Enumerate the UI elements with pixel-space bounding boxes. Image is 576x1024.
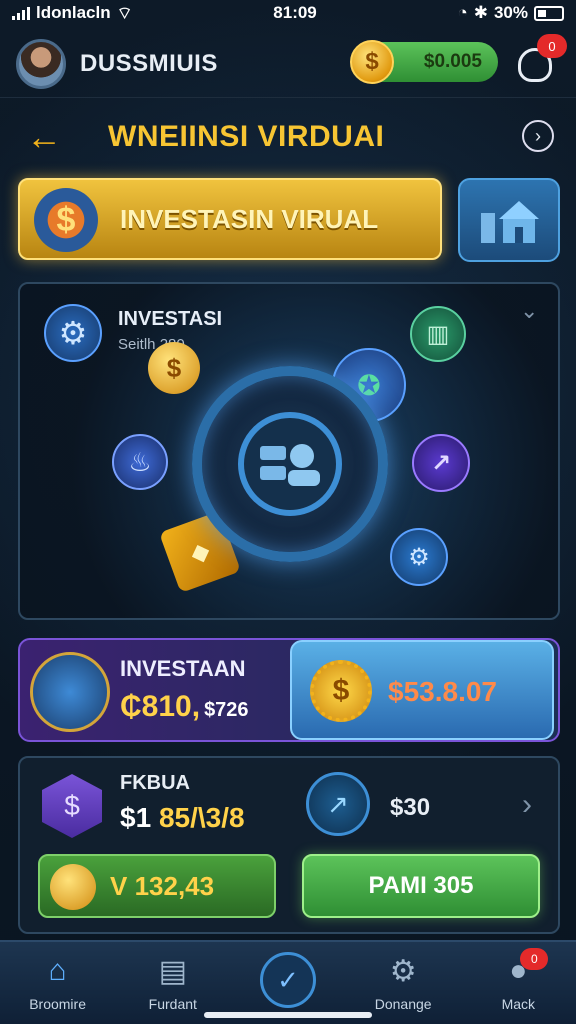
virtual-investment-banner[interactable]: $ INVESTASIN VIRUAL bbox=[18, 178, 442, 260]
investment-value-small: $726 bbox=[204, 699, 249, 721]
house-icon bbox=[481, 201, 539, 243]
pay-button[interactable]: PAMI 305 bbox=[302, 854, 540, 918]
dollar-hexagon-icon: $ bbox=[42, 774, 102, 838]
home-building-button[interactable] bbox=[458, 178, 560, 262]
line-chart-icon[interactable]: ↗ bbox=[306, 772, 370, 836]
coin-gear-icon: $ bbox=[310, 660, 372, 722]
chevron-right-icon[interactable]: › bbox=[522, 788, 532, 822]
central-ring bbox=[192, 366, 388, 562]
coin-balance: $0.005 bbox=[423, 51, 482, 72]
coin-icon: $ bbox=[350, 40, 394, 84]
check-icon: ✓ bbox=[259, 952, 316, 1008]
investment-amount-button[interactable]: $ $53.8.07 bbox=[290, 640, 554, 740]
ledger-book-icon bbox=[30, 652, 110, 732]
battery-icon bbox=[534, 5, 564, 21]
building-icon: ▤ bbox=[158, 954, 187, 988]
growth-gear-icon[interactable]: ⚙ bbox=[390, 528, 448, 586]
coin-stack-label: V 132,43 bbox=[110, 870, 215, 901]
investment-summary-row[interactable]: INVESTAAN ₵810, $726 $ $53.8.07 bbox=[18, 638, 560, 742]
avatar[interactable] bbox=[16, 38, 66, 89]
coin-balance-pill[interactable]: $ $0.005 bbox=[350, 40, 498, 84]
coin-stack-icon bbox=[50, 864, 96, 910]
nav-item-settings[interactable]: ⚙ Donange bbox=[353, 952, 453, 1013]
nav-label-portfolio: Furdant bbox=[148, 996, 197, 1012]
nav-item-portfolio[interactable]: ▤ Furdant bbox=[123, 952, 223, 1013]
battery-percent: 30% bbox=[493, 3, 528, 22]
fkbua-value: $1 85/\3/8 bbox=[120, 802, 245, 834]
page-title: WNEIINSI VIRDUAI bbox=[108, 120, 385, 153]
dollar-shield-icon: $ bbox=[34, 188, 98, 252]
investment-value: ₵810, $726 bbox=[120, 690, 249, 724]
coin-orb-icon[interactable]: $ bbox=[148, 342, 200, 394]
fkbua-value-prefix: $1 bbox=[120, 802, 152, 833]
gear-icon[interactable]: ⚙ bbox=[44, 304, 102, 362]
gear-icon: ⚙ bbox=[389, 954, 417, 988]
investment-title: INVESTAAN bbox=[120, 656, 246, 681]
alarm-icon: ◔ bbox=[457, 3, 468, 22]
notification-badge: 0 bbox=[537, 34, 567, 58]
home-icon: ⌂ bbox=[48, 954, 67, 987]
nav-item-home[interactable]: ⌂ Broomire bbox=[8, 952, 108, 1012]
nav-label-settings: Donange bbox=[374, 996, 432, 1012]
fkbua-panel: $ FKBUA $1 85/\3/8 ↗ $30 › V 132,43 PAMI… bbox=[18, 756, 560, 934]
nav-label-home: Broomire bbox=[29, 996, 86, 1012]
title-bar: ← WNEIINSI VIRDUAI › bbox=[0, 108, 576, 164]
status-bar: ldonlacln ⌔ 81:09 ◔ ✱ 30% bbox=[0, 0, 576, 26]
chevron-right-icon[interactable]: › bbox=[522, 120, 554, 152]
profile-badge: 0 bbox=[520, 948, 549, 970]
trend-chart-icon[interactable]: ↗ bbox=[412, 434, 470, 492]
profile-header: DUSSMIUIS $ $0.005 0 bbox=[0, 30, 576, 98]
investment-amount: $53.8.07 bbox=[388, 676, 497, 707]
carrier-label: ldonlacln bbox=[36, 3, 111, 22]
coin-stack-button[interactable]: V 132,43 bbox=[38, 854, 276, 918]
wifi-icon: ⌔ bbox=[116, 3, 133, 23]
chevron-down-icon[interactable]: ⌄ bbox=[520, 298, 538, 324]
investment-hub-panel: ⚙ INVESTASI Seitlh 280 ⌄ $ ▥ ♨ ✪ ↗ ⚙ ◆ bbox=[18, 282, 560, 620]
bar-chart-icon[interactable]: ▥ bbox=[410, 306, 466, 362]
nav-label-profile: Mack bbox=[501, 996, 536, 1012]
banner-label: INVESTASIN VIRUAL bbox=[120, 204, 379, 234]
fkbua-amount: $30 bbox=[390, 794, 431, 821]
panel-title: INVESTASI bbox=[118, 308, 223, 330]
back-arrow-icon[interactable]: ← bbox=[26, 116, 62, 158]
clock: 81:09 bbox=[273, 3, 317, 22]
portfolio-icon bbox=[260, 444, 320, 486]
username: DUSSMIUIS bbox=[80, 49, 218, 77]
signal-icon bbox=[12, 6, 30, 20]
fkbua-value-highlight: 85/\3/8 bbox=[158, 802, 245, 833]
thermometer-icon[interactable]: ♨ bbox=[112, 434, 168, 490]
nav-item-profile[interactable]: ● 0 Mack bbox=[468, 948, 568, 1012]
fkbua-title: FKBUA bbox=[120, 772, 190, 794]
home-indicator[interactable] bbox=[204, 1012, 372, 1018]
investment-value-main: ₵810, bbox=[120, 690, 201, 723]
bluetooth-icon: ✱ bbox=[473, 3, 488, 22]
nav-item-center[interactable]: ✓ bbox=[238, 952, 338, 1008]
ring-core bbox=[238, 412, 342, 516]
